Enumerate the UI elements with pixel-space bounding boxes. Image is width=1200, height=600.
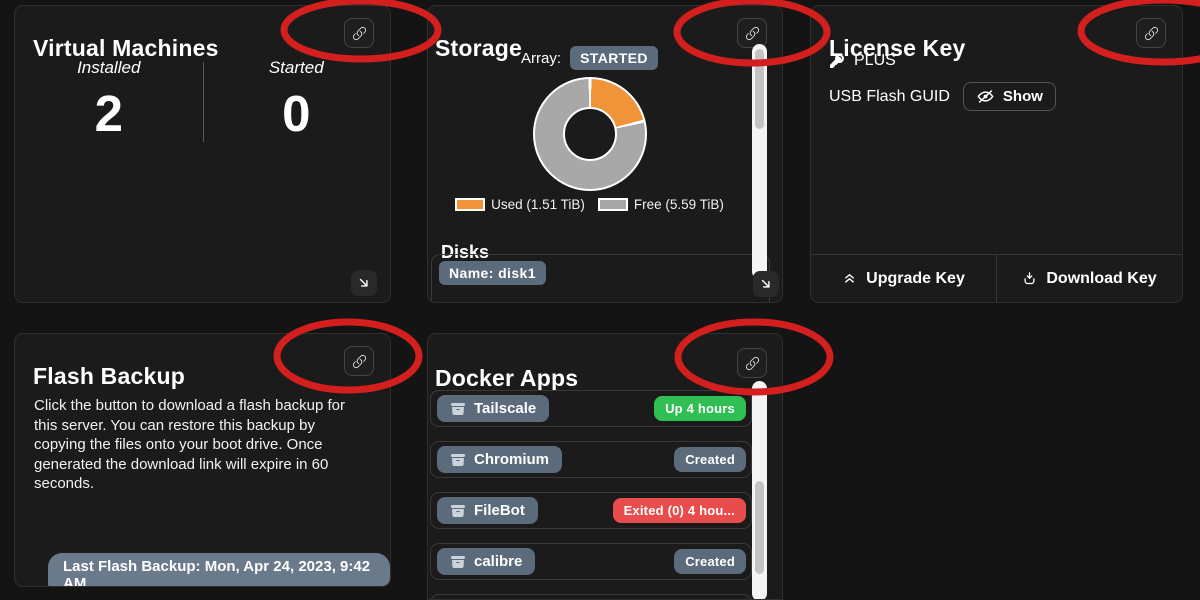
docker-apps-card: Docker Apps Tailscale Up 4 hours Chromiu…	[427, 333, 783, 600]
scrollbar-thumb[interactable]	[755, 49, 764, 129]
key-icon	[829, 53, 845, 69]
docker-app-name: FileBot	[474, 502, 525, 519]
link-icon	[352, 354, 367, 369]
docker-app-name-badge[interactable]: Tailscale	[437, 395, 549, 422]
vm-stat-installed: Installed 2	[15, 58, 203, 139]
license-footer: Upgrade Key Download Key	[811, 254, 1182, 302]
docker-app-name-badge[interactable]: FileBot	[437, 497, 538, 524]
vm-started-value: 0	[203, 88, 391, 139]
chevron-double-up-icon	[842, 271, 857, 286]
dashboard-page: Virtual Machines Installed 2 Started 0 S…	[0, 0, 1200, 600]
archive-box-icon	[450, 503, 466, 519]
scrollbar-thumb[interactable]	[755, 481, 764, 574]
link-icon	[1144, 26, 1159, 41]
docker-app-row: calibre Created	[430, 543, 752, 580]
license-type-line: PLUS	[829, 52, 896, 70]
link-button[interactable]	[737, 348, 767, 378]
vm-stat-started: Started 0	[203, 58, 391, 139]
docker-app-name-badge[interactable]: Chromium	[437, 446, 562, 473]
used-swatch	[455, 198, 485, 211]
docker-app-row: Tailscale Up 4 hours	[430, 390, 752, 427]
show-guid-button[interactable]: Show	[963, 82, 1056, 111]
guid-label: USB Flash GUID	[829, 88, 950, 106]
upgrade-key-label: Upgrade Key	[866, 270, 965, 288]
download-icon	[1022, 271, 1037, 286]
archive-box-icon	[450, 401, 466, 417]
storage-donut-hole	[563, 107, 617, 161]
docker-app-row: FileBot Exited (0) 4 hou...	[430, 492, 752, 529]
license-type-label: PLUS	[854, 52, 896, 70]
link-icon	[745, 26, 760, 41]
legend-free-label: Free (5.59 TiB)	[634, 197, 724, 212]
storage-donut	[533, 77, 647, 191]
docker-app-row	[430, 594, 752, 600]
flash-backup-description: Click the button to download a flash bac…	[34, 396, 358, 494]
storage-legend: Used (1.51 TiB) Free (5.59 TiB)	[428, 197, 751, 212]
array-status-line: Array: STARTED	[428, 46, 751, 70]
vm-installed-label: Installed	[15, 58, 203, 78]
link-button[interactable]	[344, 18, 374, 48]
link-button[interactable]	[344, 346, 374, 376]
docker-app-name: calibre	[474, 553, 522, 570]
arrow-down-right-icon	[357, 276, 371, 290]
storage-card: Storage Array: STARTED Used (1.51 TiB) F…	[427, 5, 783, 303]
disk-name-badge: Name: disk1	[439, 261, 546, 285]
docker-app-status-badge: Created	[674, 549, 746, 574]
docker-app-status-badge: Created	[674, 447, 746, 472]
array-label: Array:	[521, 50, 561, 67]
link-button[interactable]	[737, 18, 767, 48]
disks-panel: Name: disk1	[431, 254, 770, 303]
flash-backup-card: Flash Backup Click the button to downloa…	[14, 333, 391, 587]
link-icon	[745, 356, 760, 371]
link-icon	[352, 26, 367, 41]
docker-app-status-badge: Up 4 hours	[654, 396, 746, 421]
scrollbar-track[interactable]	[752, 44, 767, 279]
docker-app-name-badge[interactable]: calibre	[437, 548, 535, 575]
resize-handle[interactable]	[351, 270, 377, 296]
upgrade-key-button[interactable]: Upgrade Key	[811, 255, 996, 302]
legend-item-used: Used (1.51 TiB)	[455, 197, 585, 212]
show-button-label: Show	[1003, 88, 1043, 105]
legend-item-free: Free (5.59 TiB)	[598, 197, 724, 212]
resize-handle[interactable]	[753, 271, 779, 297]
arrow-down-right-icon	[759, 277, 773, 291]
vertical-divider	[203, 62, 204, 142]
link-button[interactable]	[1136, 18, 1166, 48]
docker-app-list: Tailscale Up 4 hours Chromium Created Fi…	[430, 390, 752, 600]
download-key-button[interactable]: Download Key	[997, 255, 1182, 302]
vm-installed-value: 2	[15, 88, 203, 139]
scrollbar-track[interactable]	[752, 381, 767, 600]
docker-app-row: Chromium Created	[430, 441, 752, 478]
docker-app-name: Chromium	[474, 451, 549, 468]
last-flash-backup-badge: Last Flash Backup: Mon, Apr 24, 2023, 9:…	[48, 553, 390, 587]
array-status-badge: STARTED	[570, 46, 658, 70]
docker-app-status-badge: Exited (0) 4 hou...	[613, 498, 746, 523]
card-title: Docker Apps	[435, 365, 578, 392]
eye-slash-icon	[976, 87, 995, 106]
archive-box-icon	[450, 452, 466, 468]
guid-line: USB Flash GUID Show	[829, 82, 1056, 111]
docker-app-name: Tailscale	[474, 400, 536, 417]
legend-used-label: Used (1.51 TiB)	[491, 197, 585, 212]
download-key-label: Download Key	[1046, 270, 1156, 288]
archive-box-icon	[450, 554, 466, 570]
card-title: Flash Backup	[33, 363, 185, 390]
vm-started-label: Started	[203, 58, 391, 78]
license-key-card: License Key PLUS USB Flash GUID Show Upg…	[810, 5, 1183, 303]
virtual-machines-card: Virtual Machines Installed 2 Started 0	[14, 5, 391, 303]
free-swatch	[598, 198, 628, 211]
